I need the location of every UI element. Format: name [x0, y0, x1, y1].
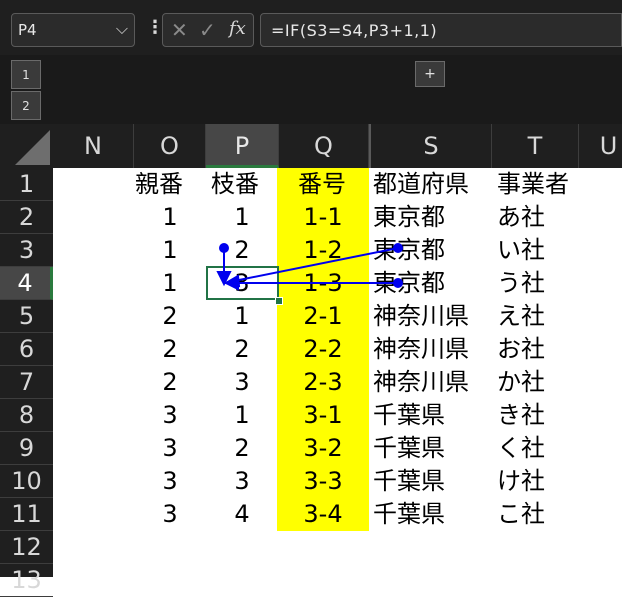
trace-precedents-arrows	[216, 243, 403, 291]
arrow-s3-to-p4	[233, 247, 399, 282]
